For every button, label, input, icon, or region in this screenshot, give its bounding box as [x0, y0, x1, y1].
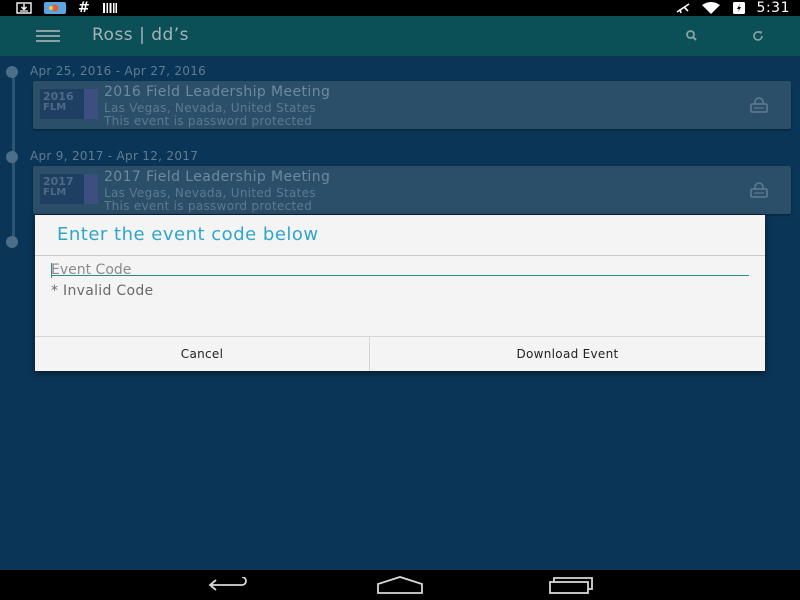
- input-underline: [51, 275, 749, 276]
- dialog-title: Enter the event code below: [57, 224, 319, 245]
- date-range: Apr 25, 2016 - Apr 27, 2016: [30, 64, 207, 78]
- event-location: Las Vegas, Nevada, United States: [104, 101, 316, 115]
- lock-icon: [750, 97, 768, 113]
- cancel-button[interactable]: Cancel: [35, 337, 369, 371]
- thumbnail-stripe: [84, 174, 98, 204]
- thumbnail-label: FLM: [43, 102, 67, 113]
- battery-icon: [732, 2, 745, 14]
- download-icon: [16, 2, 32, 14]
- thumbnail-label: FLM: [43, 187, 67, 198]
- event-card[interactable]: 2017 FLM 2017 Field Leadership Meeting L…: [33, 166, 791, 214]
- date-range: Apr 9, 2017 - Apr 12, 2017: [30, 149, 199, 163]
- download-event-button[interactable]: Download Event: [370, 337, 765, 371]
- refresh-icon[interactable]: [750, 28, 766, 44]
- event-code-dialog: Enter the event code below * Invalid Cod…: [35, 215, 765, 371]
- timeline-dot: [6, 236, 18, 248]
- event-thumbnail: 2016 FLM: [40, 89, 98, 119]
- thumbnail-stripe: [84, 89, 98, 119]
- event-card[interactable]: 2016 FLM 2016 Field Leadership Meeting L…: [33, 81, 791, 129]
- status-system: 5:31: [675, 0, 790, 16]
- back-icon[interactable]: [206, 577, 252, 593]
- status-bar: # 5:31: [0, 0, 800, 16]
- wifi-icon: [701, 2, 720, 14]
- navigation-bar: [0, 570, 800, 600]
- timeline-dot: [6, 151, 18, 163]
- recents-icon[interactable]: [548, 576, 594, 594]
- event-location: Las Vegas, Nevada, United States: [104, 186, 316, 200]
- photos-app-icon: [44, 2, 66, 14]
- event-title: 2017 Field Leadership Meeting: [104, 169, 331, 185]
- clock: 5:31: [756, 0, 790, 16]
- lock-icon: [750, 182, 768, 198]
- error-message: * Invalid Code: [51, 283, 154, 299]
- barcode-icon: [102, 3, 117, 13]
- app-bar: Ross | dd’s: [0, 16, 800, 56]
- airplane-mode-icon: [676, 3, 689, 14]
- hash-icon: #: [78, 0, 90, 16]
- event-title: 2016 Field Leadership Meeting: [104, 84, 331, 100]
- dialog-divider: [35, 255, 765, 256]
- event-protected-note: This event is password protected: [104, 114, 313, 128]
- menu-icon[interactable]: [36, 28, 60, 44]
- search-icon[interactable]: [684, 28, 700, 44]
- page-title: Ross | dd’s: [92, 25, 190, 45]
- home-icon[interactable]: [376, 576, 424, 594]
- event-protected-note: This event is password protected: [104, 199, 313, 213]
- timeline-dot: [6, 66, 18, 78]
- event-thumbnail: 2017 FLM: [40, 174, 98, 204]
- status-notifications: #: [16, 0, 118, 16]
